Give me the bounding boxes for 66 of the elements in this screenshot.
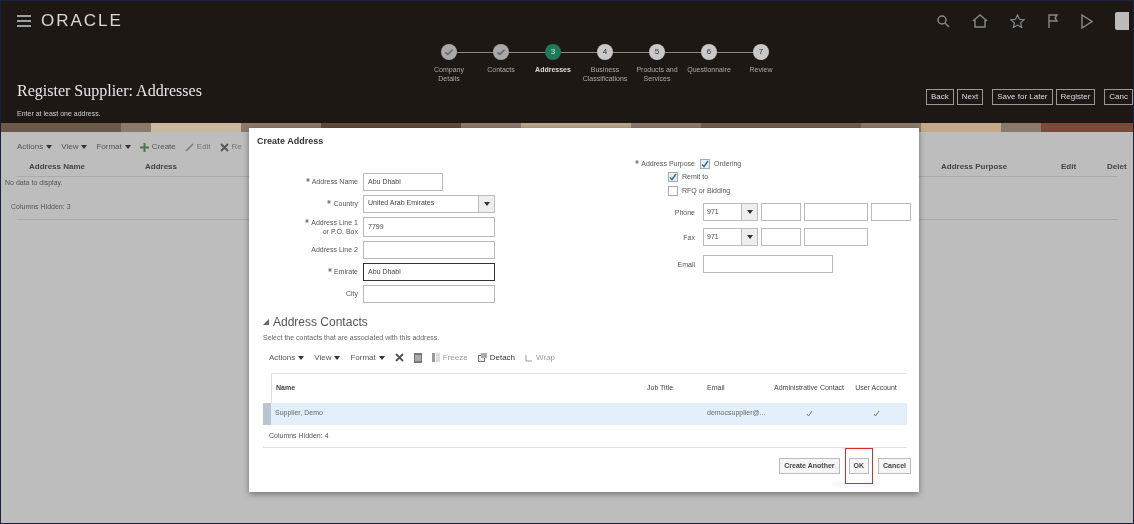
menu-icon[interactable] (17, 15, 31, 27)
column-header: Address Name (28, 160, 87, 173)
input-field[interactable] (363, 240, 495, 259)
step-marker: 7 (753, 44, 769, 60)
input-field[interactable] (761, 203, 801, 221)
step-marker: 3 (545, 44, 561, 60)
disclosure-icon[interactable] (263, 318, 269, 325)
section-title: Address Contacts (273, 313, 368, 331)
toolbar-item[interactable]: Detach (477, 351, 516, 364)
menu-caret-icon (81, 145, 88, 149)
column-header: Address Purpose (941, 160, 1009, 173)
freeze-icon (431, 353, 440, 363)
page-title: Register Supplier: Addresses (17, 80, 202, 102)
check-icon (701, 159, 709, 168)
column-header: Edit (1061, 160, 1078, 173)
header-button[interactable]: Save for Later (992, 89, 1053, 105)
menu-caret-icon (124, 145, 131, 149)
check-icon (669, 173, 677, 182)
dropdown-caret-icon (483, 201, 490, 206)
toolbar-item[interactable]: View (61, 141, 88, 153)
logo: ORACLE (41, 10, 123, 33)
flag-icon[interactable] (1047, 13, 1059, 29)
remove-icon (219, 142, 229, 152)
column-header: Address (145, 160, 178, 173)
toolbar-item[interactable]: Create (139, 141, 176, 153)
input-field[interactable] (871, 203, 911, 221)
menu-caret-icon (46, 145, 53, 149)
input-field[interactable] (761, 228, 801, 246)
dropdown-caret-icon (746, 235, 753, 239)
toolbar-item[interactable]: Format (96, 141, 131, 153)
delete-icon (394, 353, 404, 363)
play-icon[interactable] (1081, 13, 1093, 29)
step-marker: 4 (597, 44, 613, 60)
toolbar-item[interactable]: Actions (17, 141, 53, 153)
toolbar-item[interactable]: View (314, 351, 341, 364)
home-icon[interactable] (972, 14, 988, 28)
detach-icon (477, 353, 487, 363)
menu-caret-icon (378, 355, 385, 360)
header-button[interactable]: Canc (1104, 89, 1133, 105)
step-marker: 6 (701, 44, 717, 60)
edit-icon (184, 142, 194, 152)
column-header: Delet (1107, 160, 1128, 173)
toolbar-item[interactable]: Format (350, 351, 385, 364)
export-icon (413, 352, 422, 363)
toolbar-item[interactable] (413, 352, 422, 363)
header-button[interactable]: Back (926, 89, 954, 105)
header-button[interactable]: Register (1055, 89, 1096, 105)
star-icon[interactable] (1010, 14, 1025, 28)
input-field[interactable] (804, 203, 868, 221)
menu-caret-icon (334, 355, 341, 360)
toolbar-item[interactable]: Actions (269, 351, 305, 364)
search-icon[interactable] (936, 14, 950, 28)
input-field[interactable] (804, 228, 868, 246)
dialog-title: Create Address (257, 135, 325, 148)
menu-caret-icon (298, 355, 305, 360)
dropdown-caret-icon (746, 210, 753, 214)
checkbox[interactable] (668, 185, 678, 196)
input-field[interactable] (363, 284, 495, 303)
checkbox[interactable] (700, 158, 710, 169)
create-icon (139, 142, 149, 152)
wrap-icon (525, 353, 534, 362)
step-marker: 5 (649, 44, 665, 60)
checkbox[interactable] (668, 172, 678, 183)
toolbar-item[interactable] (394, 353, 404, 363)
header-button[interactable]: Next (956, 89, 984, 105)
input-field[interactable] (703, 255, 833, 273)
